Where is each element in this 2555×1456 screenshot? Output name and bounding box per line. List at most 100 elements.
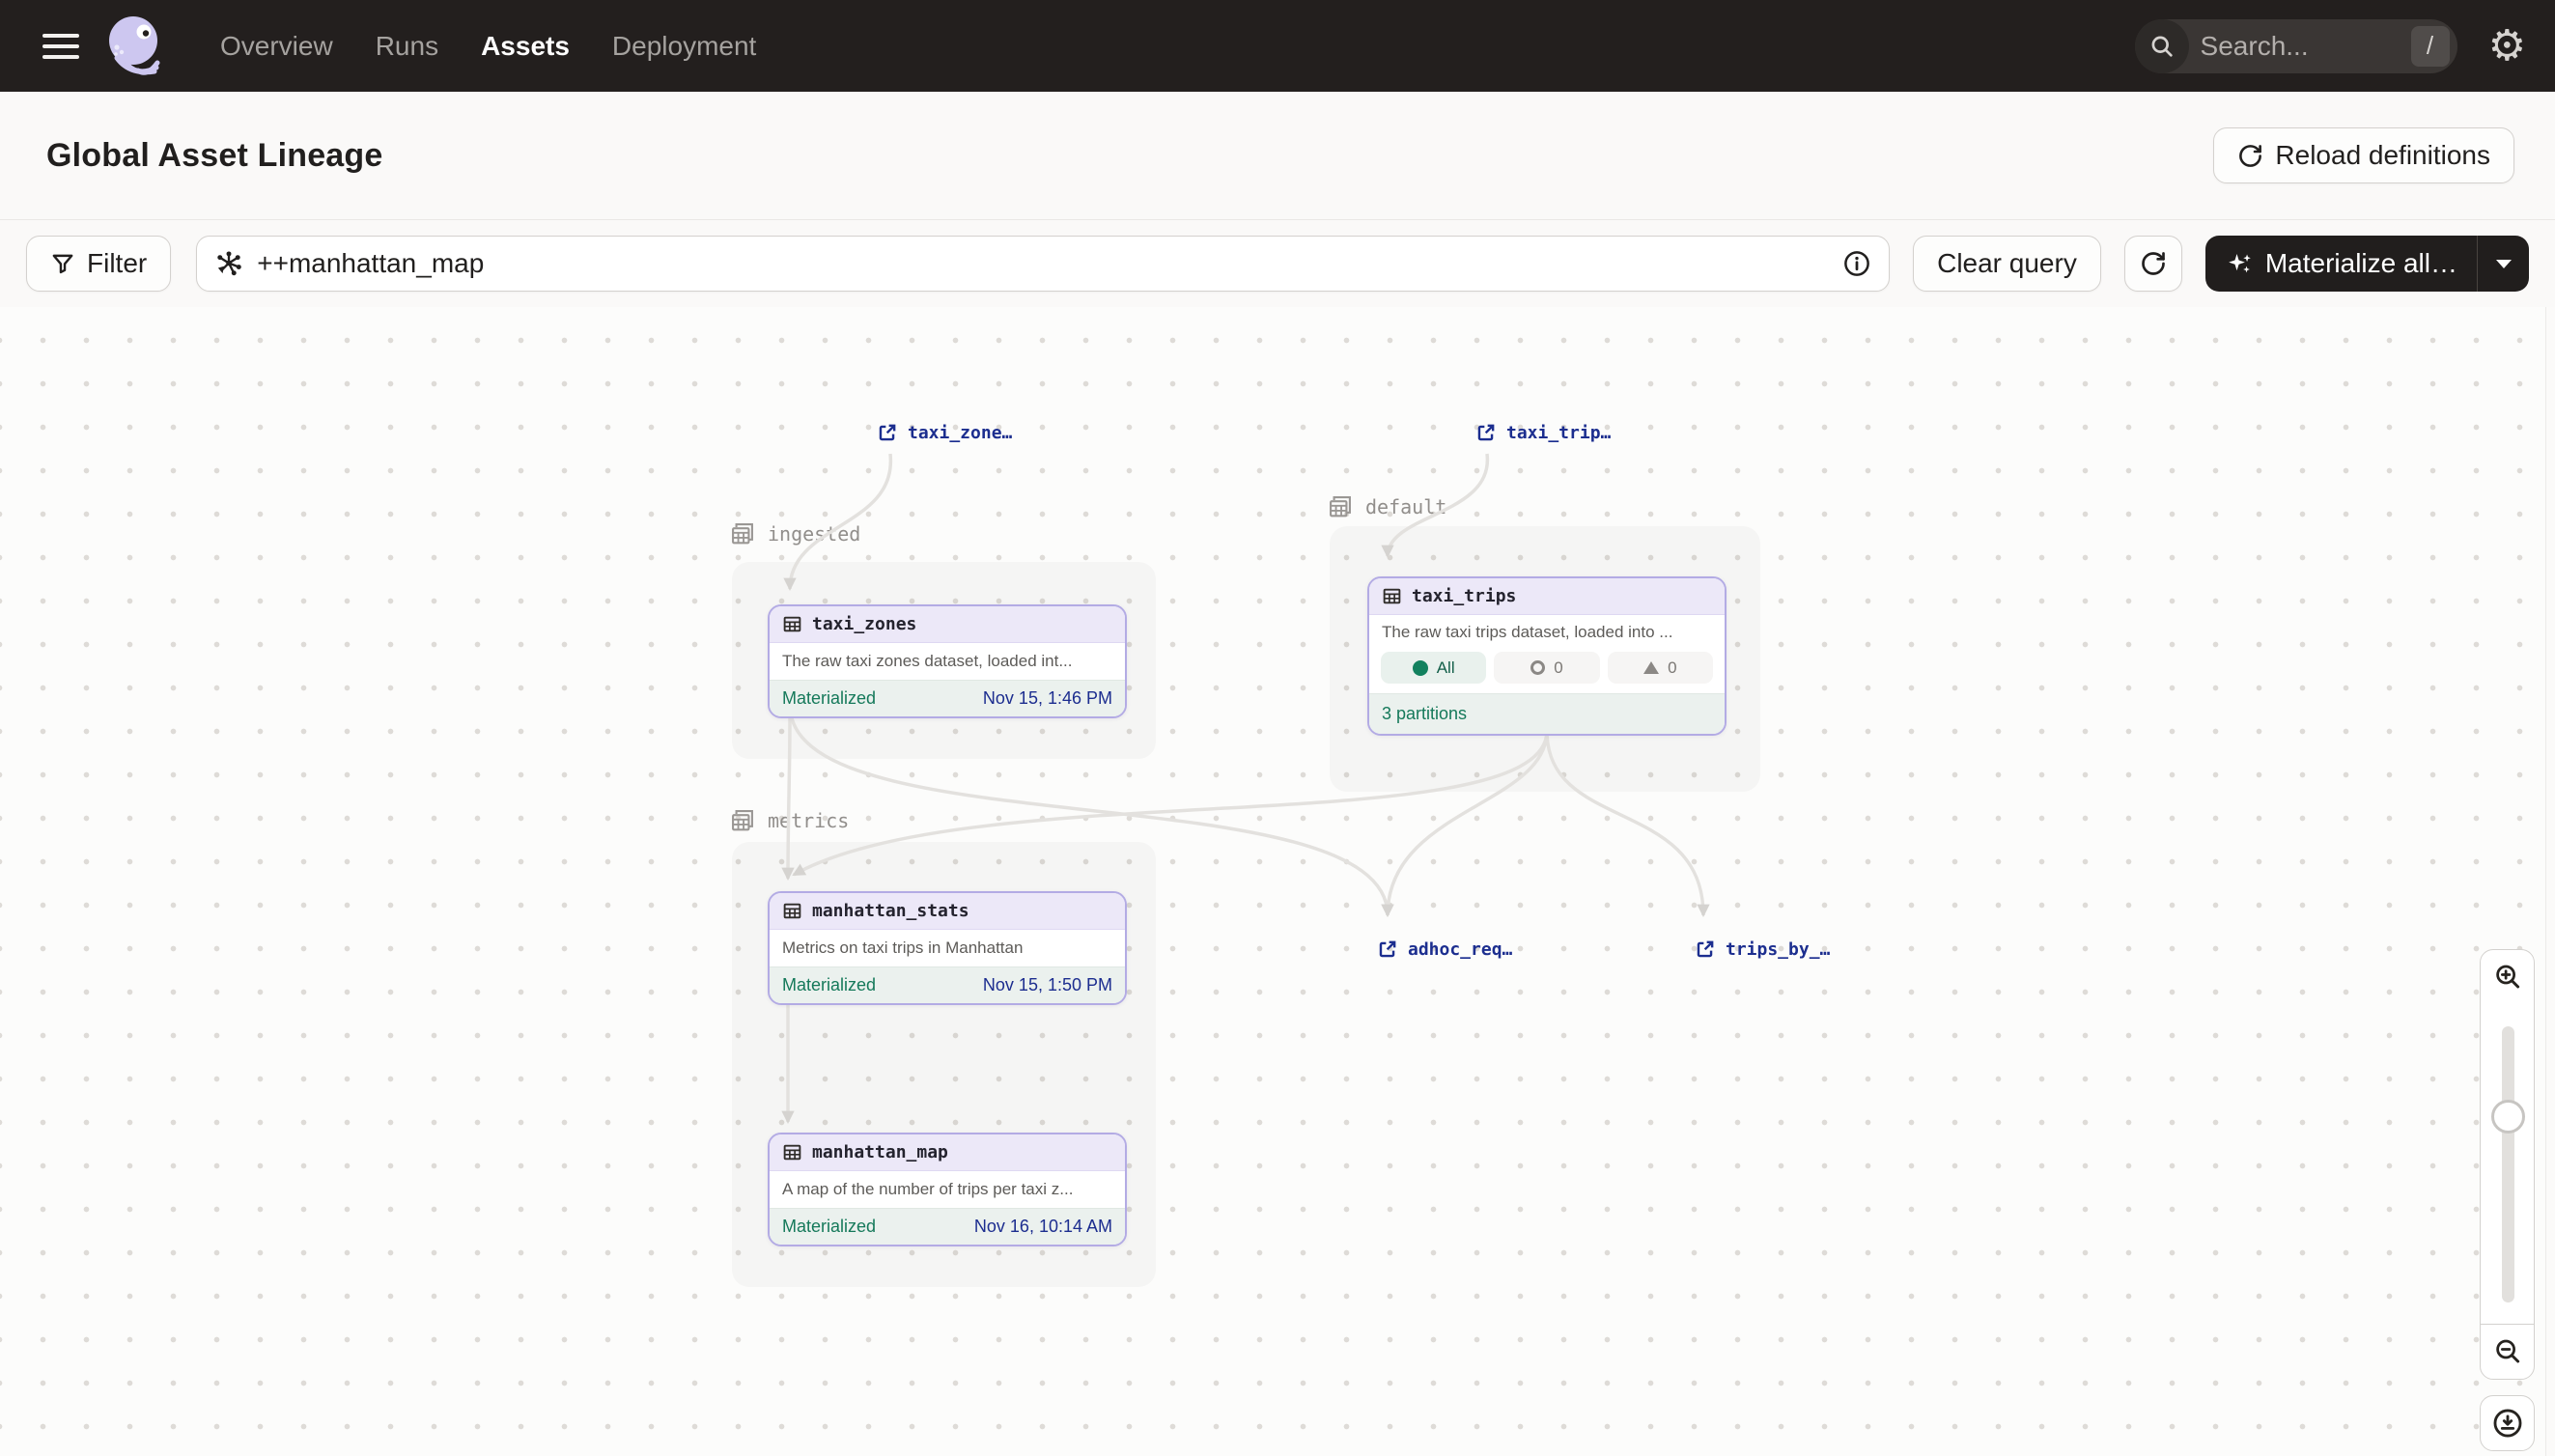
partition-badge-missing: 0 bbox=[1494, 652, 1599, 684]
edge-layer bbox=[0, 307, 2555, 1456]
external-asset-trips-by[interactable]: trips_by_… bbox=[1695, 938, 1830, 960]
hamburger-icon bbox=[42, 34, 79, 38]
materialize-dropdown-button[interactable] bbox=[2477, 236, 2529, 292]
table-icon bbox=[782, 614, 802, 634]
reload-definitions-button[interactable]: Reload definitions bbox=[2213, 127, 2514, 183]
download-icon bbox=[2491, 1407, 2524, 1440]
nav-item-assets[interactable]: Assets bbox=[481, 31, 570, 62]
search-icon bbox=[2135, 19, 2189, 73]
asset-node-header: taxi_trips bbox=[1369, 578, 1725, 615]
asset-description: The raw taxi trips dataset, loaded into … bbox=[1369, 615, 1725, 650]
lineage-canvas[interactable]: ingested default metrics bbox=[0, 307, 2555, 1456]
asset-name: manhattan_map bbox=[812, 1142, 948, 1162]
asset-description: Metrics on taxi trips in Manhattan bbox=[770, 930, 1125, 966]
asset-node-footer: Materialized Nov 15, 1:50 PM bbox=[770, 966, 1125, 1003]
external-asset-name: trips_by_… bbox=[1726, 939, 1830, 960]
external-asset-name: taxi_trip… bbox=[1506, 423, 1611, 443]
asset-description: A map of the number of trips per taxi z.… bbox=[770, 1171, 1125, 1208]
external-link-icon bbox=[1695, 938, 1716, 960]
top-navbar: Overview Runs Assets Deployment / ⚙ bbox=[0, 0, 2555, 92]
materialized-timestamp: Nov 16, 10:14 AM bbox=[974, 1217, 1112, 1237]
search-input[interactable] bbox=[2189, 31, 2411, 62]
asset-name: taxi_zones bbox=[812, 614, 916, 634]
zoom-in-button[interactable] bbox=[2480, 949, 2535, 1004]
slash-shortcut-badge: / bbox=[2411, 26, 2450, 67]
asset-name: manhattan_stats bbox=[812, 901, 969, 921]
settings-gear-icon[interactable]: ⚙ bbox=[2488, 25, 2526, 68]
ring-icon bbox=[1530, 660, 1545, 675]
table-icon bbox=[782, 1142, 802, 1162]
zoom-slider-thumb[interactable] bbox=[2491, 1100, 2525, 1134]
partitions-count: 3 partitions bbox=[1382, 704, 1467, 724]
reload-definitions-label: Reload definitions bbox=[2275, 140, 2490, 171]
asset-node-footer: Materialized Nov 16, 10:14 AM bbox=[770, 1208, 1125, 1245]
materialize-split-button: Materialize all… bbox=[2205, 236, 2529, 292]
asset-node-taxi-zones[interactable]: taxi_zones The raw taxi zones dataset, l… bbox=[768, 604, 1127, 718]
table-icon bbox=[1382, 586, 1402, 606]
sparkle-icon bbox=[2227, 251, 2253, 277]
partition-badge-all: All bbox=[1381, 652, 1486, 684]
asset-node-footer: Materialized Nov 15, 1:46 PM bbox=[770, 680, 1125, 716]
zoom-slider[interactable] bbox=[2480, 1003, 2535, 1325]
filter-label: Filter bbox=[87, 248, 147, 279]
asset-node-footer: 3 partitions bbox=[1369, 693, 1725, 734]
nav-item-runs[interactable]: Runs bbox=[376, 31, 438, 62]
zoom-out-button[interactable] bbox=[2480, 1324, 2535, 1380]
badge-label: 0 bbox=[1668, 658, 1676, 678]
materialized-status: Materialized bbox=[782, 975, 876, 995]
external-link-icon bbox=[1475, 422, 1497, 443]
materialized-status: Materialized bbox=[782, 1217, 876, 1237]
materialize-all-button[interactable]: Materialize all… bbox=[2205, 236, 2477, 292]
asset-node-header: taxi_zones bbox=[770, 606, 1125, 643]
partition-badge-failed: 0 bbox=[1608, 652, 1713, 684]
filter-button[interactable]: Filter bbox=[26, 236, 171, 292]
external-asset-adhoc-req[interactable]: adhoc_req… bbox=[1377, 938, 1512, 960]
lineage-toolbar: Filter Clear query bbox=[0, 220, 2555, 307]
external-asset-taxi-trip[interactable]: taxi_trip… bbox=[1475, 422, 1611, 443]
clear-query-button[interactable]: Clear query bbox=[1913, 236, 2101, 292]
external-link-icon bbox=[877, 422, 898, 443]
canvas-right-gutter bbox=[2545, 307, 2555, 1456]
asset-query-input[interactable] bbox=[257, 248, 1842, 279]
materialize-all-label: Materialize all… bbox=[2265, 248, 2457, 279]
asset-description: The raw taxi zones dataset, loaded int..… bbox=[770, 643, 1125, 680]
materialized-timestamp: Nov 15, 1:46 PM bbox=[983, 688, 1112, 709]
zoom-in-icon bbox=[2493, 963, 2522, 992]
info-icon[interactable] bbox=[1842, 249, 1871, 278]
asset-node-taxi-trips[interactable]: taxi_trips The raw taxi trips dataset, l… bbox=[1367, 576, 1727, 736]
zoom-out-icon bbox=[2493, 1337, 2522, 1366]
materialized-status: Materialized bbox=[782, 688, 876, 709]
external-asset-name: adhoc_req… bbox=[1408, 939, 1512, 960]
asset-node-header: manhattan_stats bbox=[770, 893, 1125, 930]
refresh-button[interactable] bbox=[2124, 236, 2182, 292]
external-asset-taxi-zone[interactable]: taxi_zone… bbox=[877, 422, 1012, 443]
funnel-icon bbox=[50, 251, 75, 276]
refresh-icon bbox=[2140, 250, 2167, 277]
triangle-icon bbox=[1643, 661, 1659, 674]
clear-query-label: Clear query bbox=[1937, 248, 2077, 279]
caret-down-icon bbox=[2496, 260, 2512, 268]
page-title: Global Asset Lineage bbox=[46, 137, 383, 175]
external-asset-name: taxi_zone… bbox=[908, 423, 1012, 443]
badge-label: All bbox=[1437, 658, 1455, 678]
reload-icon bbox=[2237, 143, 2263, 169]
asset-node-manhattan-stats[interactable]: manhattan_stats Metrics on taxi trips in… bbox=[768, 891, 1127, 1005]
materialized-timestamp: Nov 15, 1:50 PM bbox=[983, 975, 1112, 995]
download-view-button[interactable] bbox=[2480, 1395, 2535, 1451]
nav-item-overview[interactable]: Overview bbox=[220, 31, 333, 62]
page-header: Global Asset Lineage Reload definitions bbox=[0, 92, 2555, 220]
table-icon bbox=[782, 901, 802, 921]
dagster-logo-icon[interactable] bbox=[104, 13, 166, 80]
success-dot-icon bbox=[1413, 660, 1428, 676]
badge-label: 0 bbox=[1554, 658, 1562, 678]
external-link-icon bbox=[1377, 938, 1398, 960]
menu-button[interactable] bbox=[42, 34, 79, 59]
nav-item-deployment[interactable]: Deployment bbox=[612, 31, 756, 62]
asset-name: taxi_trips bbox=[1412, 586, 1516, 606]
asset-query-box bbox=[196, 236, 1890, 292]
asset-node-manhattan-map[interactable]: manhattan_map A map of the number of tri… bbox=[768, 1133, 1127, 1246]
search-box[interactable]: / bbox=[2135, 19, 2457, 73]
zoom-slider-track bbox=[2502, 1026, 2514, 1302]
partition-badges: All 0 0 bbox=[1369, 650, 1725, 693]
primary-nav: Overview Runs Assets Deployment bbox=[220, 31, 756, 62]
